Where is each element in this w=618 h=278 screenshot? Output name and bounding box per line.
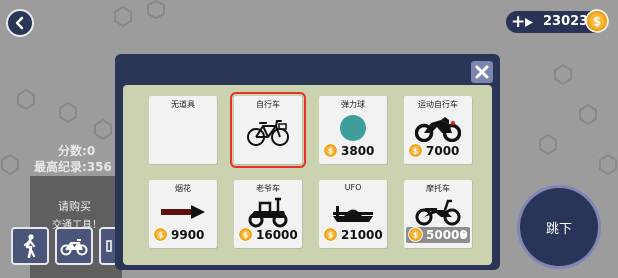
svg-text:$: $: [243, 230, 248, 239]
coin-amount: 23023: [543, 14, 589, 29]
svg-text:$: $: [328, 230, 333, 239]
svg-text:$: $: [328, 146, 333, 155]
record-value: 356: [86, 160, 112, 174]
coin-icon: $: [238, 227, 253, 242]
sport-motorbike-icon: [415, 117, 461, 142]
price-value: 21000: [341, 228, 383, 242]
tool-icon: [106, 240, 112, 252]
item-name: 烟花: [175, 184, 191, 193]
item-name: 运动自行车: [418, 100, 458, 109]
shop-item-firework[interactable]: 烟花 $ 9900: [149, 180, 217, 248]
score-value: 0: [86, 144, 96, 158]
coin-icon: $: [153, 227, 168, 242]
vehicle-shop-dialog: 无道具 自行车 弹力球 $ 3800 运动自行车 $ 7000 烟花 $ 990…: [115, 54, 500, 270]
shop-item-bicycle[interactable]: 自行车: [230, 92, 306, 168]
motorcycle-icon: [415, 199, 461, 226]
hint-line-1: 请购买: [58, 200, 91, 213]
coin-icon: $: [408, 143, 423, 158]
price-value: 9900: [171, 228, 205, 242]
close-button[interactable]: [471, 61, 493, 83]
item-price: $ 16000: [234, 227, 302, 243]
coin-icon: $: [408, 227, 423, 242]
play-triangle-icon: [461, 231, 467, 239]
svg-text:$: $: [593, 15, 601, 29]
play-arrow-icon: [525, 18, 533, 27]
item-price: $ 9900: [149, 227, 217, 243]
record-label: 最高纪录:: [34, 160, 87, 174]
walking-person-icon: [23, 234, 36, 258]
item-name: UFO: [344, 183, 362, 192]
coin-counter: + 23023 $: [506, 9, 609, 33]
price-value: 16000: [256, 228, 298, 242]
item-name: 摩托车: [426, 184, 450, 193]
motorbike-button[interactable]: [55, 227, 93, 265]
item-price: $ 21000: [319, 227, 387, 243]
coin-icon: $: [323, 143, 338, 158]
ufo-icon: [333, 206, 373, 222]
motorbike-icon: [60, 239, 88, 256]
item-price: $ 3800: [319, 143, 387, 159]
item-name: 弹力球: [341, 100, 365, 109]
shop-item-bounce-ball[interactable]: 弹力球 $ 3800: [319, 96, 387, 164]
vehicle-grid: 无道具 自行车 弹力球 $ 3800 运动自行车 $ 7000 烟花 $ 990…: [123, 85, 492, 265]
score-label: 分数:: [58, 144, 87, 158]
item-price: $ 7000: [404, 143, 472, 159]
back-button[interactable]: [6, 9, 34, 37]
item-price: $ 50000: [406, 227, 470, 243]
price-value: 7000: [426, 144, 460, 158]
mobility-scooter-icon: [248, 197, 288, 228]
shop-item-old-car[interactable]: 老爷车 $ 16000: [234, 180, 302, 248]
svg-text:$: $: [158, 230, 163, 239]
bicycle-icon: [247, 120, 289, 146]
walk-button[interactable]: [11, 227, 49, 265]
shop-item-sport-bike[interactable]: 运动自行车 $ 7000: [404, 96, 472, 164]
price-value: 3800: [341, 144, 375, 158]
coin-icon: $: [585, 9, 609, 33]
item-name: 无道具: [171, 100, 195, 109]
shop-item-motorcycle[interactable]: 摩托车 $ 50000: [404, 180, 472, 248]
firework-rocket-icon: [161, 205, 205, 219]
jump-button[interactable]: 跳下: [517, 185, 601, 269]
shop-item-ufo[interactable]: UFO $ 21000: [319, 180, 387, 248]
coin-icon: $: [323, 227, 338, 242]
close-icon: [475, 65, 489, 79]
svg-text:$: $: [413, 146, 418, 155]
add-coins-button[interactable]: +: [511, 12, 525, 32]
chevron-left-icon: [15, 16, 24, 30]
shop-item-none[interactable]: 无道具: [149, 96, 217, 164]
ball-icon: [340, 115, 366, 141]
item-name: 老爷车: [256, 184, 280, 193]
item-name: 自行车: [256, 100, 280, 109]
svg-text:$: $: [413, 230, 418, 239]
